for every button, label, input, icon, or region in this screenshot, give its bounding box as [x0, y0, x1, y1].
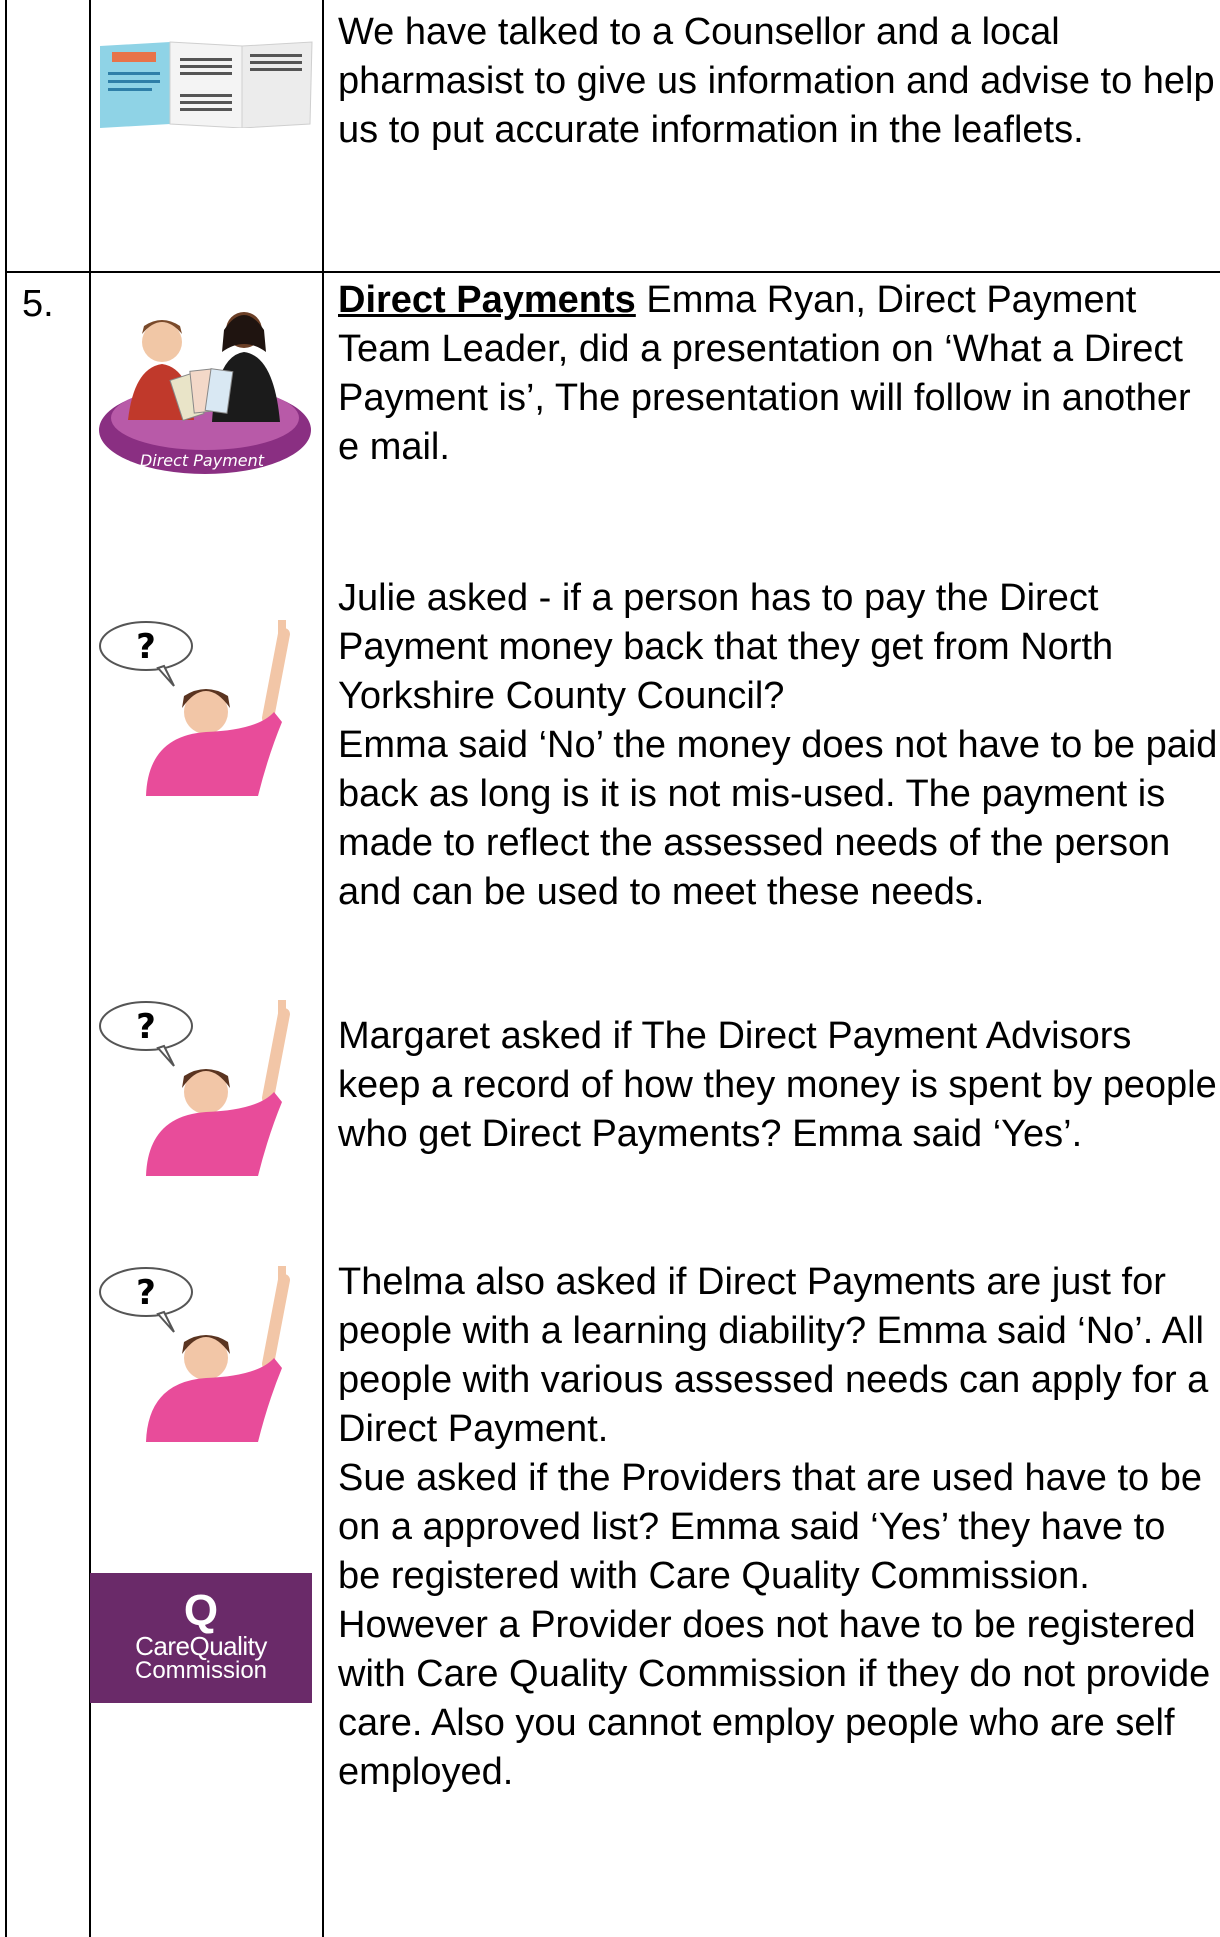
svg-text:?: ?: [136, 1273, 156, 1313]
svg-text:?: ?: [136, 627, 156, 667]
table-col-divider-2: [322, 0, 324, 1937]
question-thelma-sue: Thelma also asked if Direct Payments are…: [338, 1261, 1211, 1793]
row-number: 5.: [22, 283, 54, 325]
table-left-border: [5, 0, 7, 1937]
question-margaret: Margaret asked if The Direct Payment Adv…: [338, 1015, 1217, 1155]
question-person-icon: ?: [99, 1266, 290, 1442]
cqc-logo: Q CareQuality Commission: [90, 1573, 312, 1703]
direct-payments-heading: Direct Payments: [338, 279, 636, 321]
direct-payments-paragraph: Direct Payments Emma Ryan, Direct Paymen…: [338, 276, 1218, 472]
svg-text:?: ?: [136, 1007, 156, 1047]
table-row-divider: [5, 271, 1220, 273]
leaflet-icon: [100, 41, 313, 128]
minutes-page: We have talked to a Counsellor and a loc…: [0, 0, 1220, 1937]
leaflet-paragraph: We have talked to a Counsellor and a loc…: [338, 11, 1215, 151]
question-julie: Julie asked - if a person has to pay the…: [338, 577, 1218, 913]
question-person-icon: ?: [99, 620, 290, 796]
question-person-icon: ?: [99, 1000, 290, 1176]
direct-payment-logo: Direct Payment: [99, 312, 311, 474]
direct-payment-logo-label: Direct Payment: [140, 451, 265, 470]
